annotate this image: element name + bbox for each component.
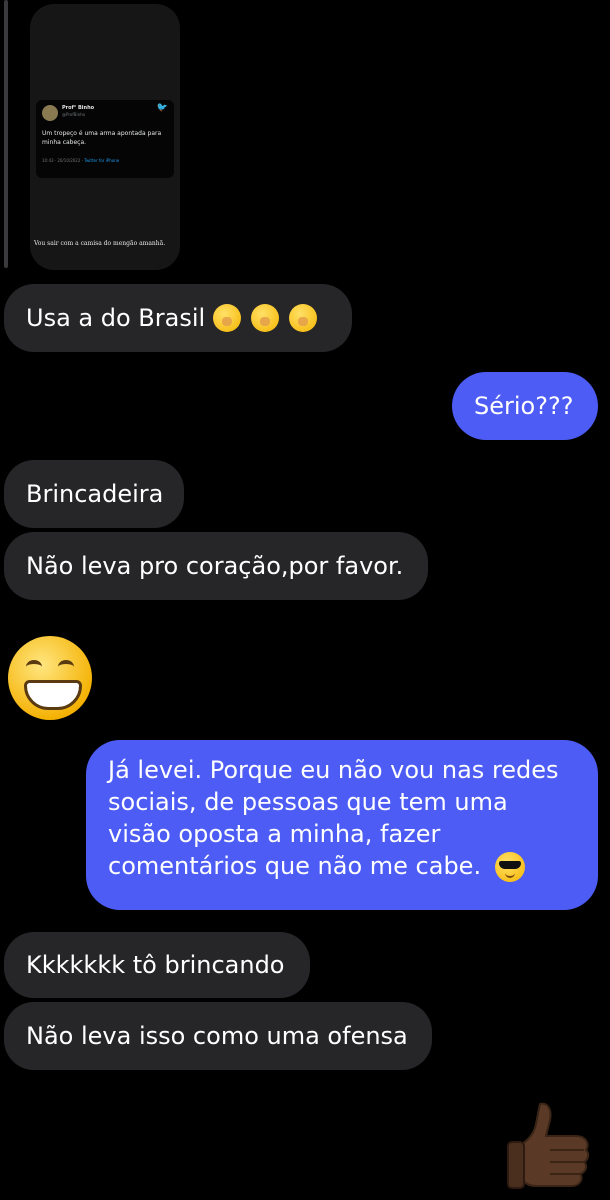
hand-over-mouth-icon [213, 304, 242, 332]
tweet-meta: 10:43 · 20/10/2022 · Twitter for iPhone [42, 158, 119, 163]
tweet-avatar [42, 105, 58, 121]
tweet-author-handle: @ProfBinho [62, 112, 86, 117]
message-bubble-incoming[interactable]: Não leva pro coração,por favor. [4, 532, 428, 600]
embedded-tweet[interactable]: Prof° Binho @ProfBinho 🐦 Um tropeço é um… [36, 100, 174, 178]
message-text: Brincadeira [26, 480, 164, 508]
reply-thread-line [4, 0, 8, 268]
message-text: Não leva pro coração,por favor. [26, 552, 404, 580]
message-text: Não leva isso como uma ofensa [26, 1022, 408, 1050]
tweet-timestamp: 10:43 · 20/10/2022 · [42, 158, 83, 163]
beaming-face-icon[interactable] [8, 636, 92, 720]
tweet-text: Um tropeço é uma arma apontada para minh… [42, 130, 162, 146]
emoji-eye [58, 660, 74, 674]
message-bubble-outgoing[interactable]: Já levei. Porque eu não vou nas redes so… [86, 740, 598, 910]
hand-over-mouth-emoji-group [213, 304, 318, 332]
tweet-source: Twitter for iPhone [84, 158, 120, 163]
emoji-mouth [24, 680, 82, 710]
message-bubble-incoming[interactable]: Usa a do Brasil [4, 284, 352, 352]
media-caption: Vou sair com a camisa do mengão amanhã. [34, 240, 166, 247]
message-bubble-incoming[interactable]: Não leva isso como uma ofensa [4, 1002, 432, 1070]
message-text: Usa a do Brasil [26, 304, 206, 332]
message-bubble-incoming[interactable]: Kkkkkkk tô brincando [4, 932, 310, 998]
message-text: Kkkkkkk tô brincando [26, 951, 285, 979]
hand-over-mouth-icon [289, 304, 318, 332]
shared-media-card[interactable]: Prof° Binho @ProfBinho 🐦 Um tropeço é um… [30, 4, 180, 270]
message-text: Sério??? [474, 392, 574, 420]
message-bubble-outgoing[interactable]: Sério??? [452, 372, 598, 440]
smiling-face-with-sunglasses-icon [494, 852, 525, 882]
emoji-eye [26, 660, 42, 674]
twitter-bird-icon: 🐦 [156, 103, 168, 113]
message-text: Já levei. Porque eu não vou nas redes so… [108, 756, 559, 880]
thumbs-up-icon[interactable] [506, 1100, 592, 1192]
hand-over-mouth-icon [251, 304, 280, 332]
tweet-author-name: Prof° Binho [62, 105, 95, 111]
message-bubble-incoming[interactable]: Brincadeira [4, 460, 184, 528]
